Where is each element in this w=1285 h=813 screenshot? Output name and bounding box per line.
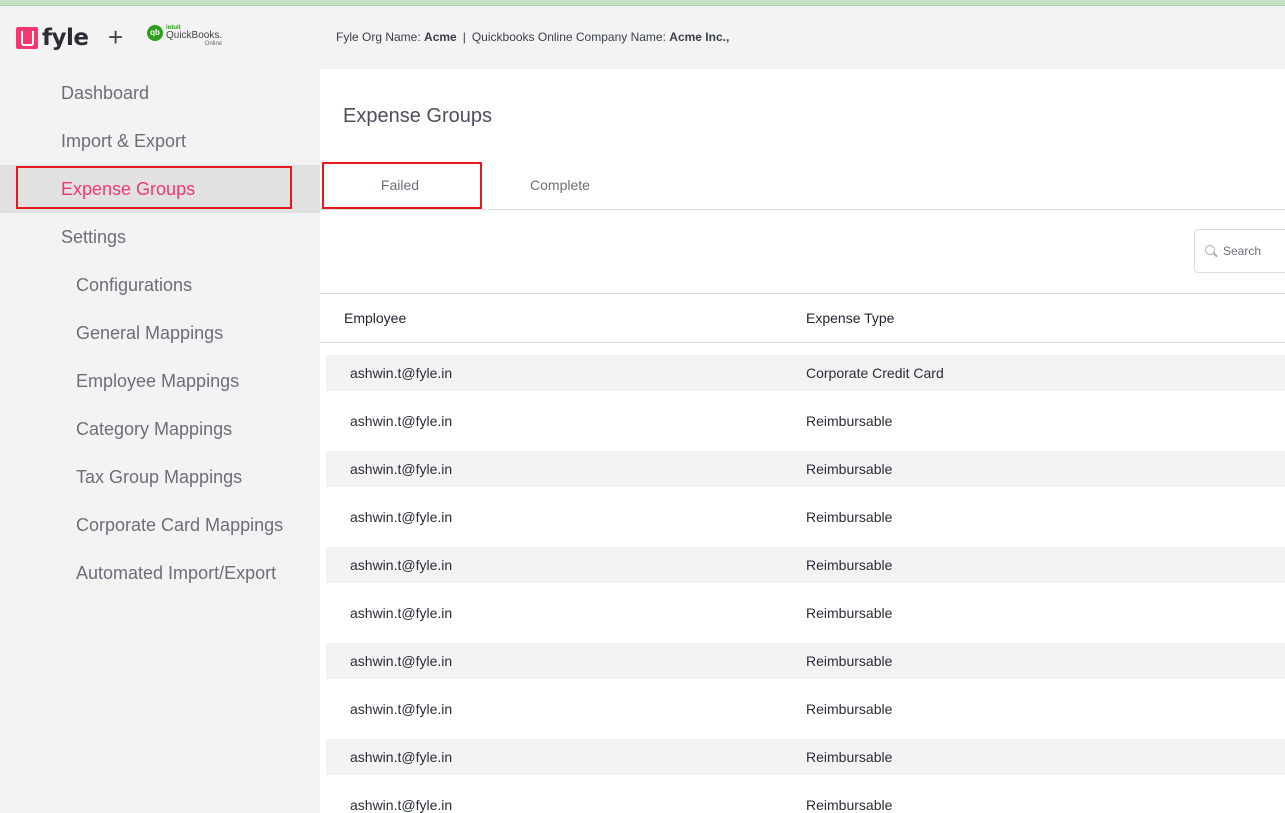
cell-expense-type: Reimbursable — [806, 557, 893, 573]
org-info: Fyle Org Name: Acme | Quickbooks Online Co… — [336, 30, 729, 44]
table-body: ashwin.t@fyle.in Corporate Credit Card a… — [326, 355, 1285, 813]
table-row[interactable]: ashwin.t@fyle.in Reimbursable — [326, 787, 1285, 813]
cell-employee: ashwin.t@fyle.in — [350, 653, 453, 669]
org-value: Acme — [424, 30, 457, 44]
cell-employee: ashwin.t@fyle.in — [350, 413, 453, 429]
quickbooks-logo-icon: qb — [147, 25, 163, 41]
table-row[interactable]: ashwin.t@fyle.in Reimbursable — [326, 499, 1285, 547]
org-label: Fyle Org Name: — [336, 30, 421, 44]
qb-brand-text: QuickBooks. — [166, 30, 223, 41]
page-title: Expense Groups — [343, 105, 492, 127]
sidebar-item-import-export[interactable]: Import & Export — [0, 117, 320, 165]
cell-employee: ashwin.t@fyle.in — [350, 557, 453, 573]
cell-expense-type: Reimbursable — [806, 509, 893, 525]
table-row[interactable]: ashwin.t@fyle.in Reimbursable — [326, 451, 1285, 499]
company-value: Acme Inc., — [669, 30, 730, 44]
sidebar-item-expense-groups[interactable]: Expense Groups — [0, 165, 320, 213]
table-row[interactable]: ashwin.t@fyle.in Reimbursable — [326, 403, 1285, 451]
sidebar-item-tax-group-mappings[interactable]: Tax Group Mappings — [0, 453, 320, 501]
cell-expense-type: Reimbursable — [806, 749, 893, 765]
search-box[interactable] — [1194, 229, 1285, 273]
app-header: fyle + qb intuit QuickBooks. Online Fyle… — [0, 6, 1285, 69]
cell-employee: ashwin.t@fyle.in — [350, 701, 453, 717]
table-row[interactable]: ashwin.t@fyle.in Reimbursable — [326, 547, 1285, 595]
cell-employee: ashwin.t@fyle.in — [350, 365, 453, 381]
cell-expense-type: Corporate Credit Card — [806, 365, 944, 381]
table-row[interactable]: ashwin.t@fyle.in Reimbursable — [326, 595, 1285, 643]
fyle-logo[interactable]: fyle — [16, 25, 89, 51]
tab-bar: Failed Complete — [320, 162, 1285, 210]
cell-employee: ashwin.t@fyle.in — [350, 461, 453, 477]
table-row[interactable]: ashwin.t@fyle.in Reimbursable — [326, 643, 1285, 691]
sidebar: Dashboard Import & Export Expense Groups… — [0, 69, 320, 813]
cell-expense-type: Reimbursable — [806, 605, 893, 621]
cell-expense-type: Reimbursable — [806, 701, 893, 717]
plus-icon: + — [108, 22, 124, 52]
tab-complete[interactable]: Complete — [480, 162, 640, 209]
main-content: Expense Groups Failed Complete Employee … — [320, 69, 1285, 813]
sidebar-item-settings[interactable]: Settings — [0, 213, 320, 261]
sidebar-item-employee-mappings[interactable]: Employee Mappings — [0, 357, 320, 405]
cell-expense-type: Reimbursable — [806, 653, 893, 669]
search-icon — [1205, 244, 1215, 258]
sidebar-item-category-mappings[interactable]: Category Mappings — [0, 405, 320, 453]
table-row[interactable]: ashwin.t@fyle.in Corporate Credit Card — [326, 355, 1285, 403]
cell-employee: ashwin.t@fyle.in — [350, 749, 453, 765]
search-input[interactable] — [1223, 244, 1285, 258]
cell-expense-type: Reimbursable — [806, 797, 893, 813]
quickbooks-logo: qb intuit QuickBooks. Online — [147, 25, 222, 47]
company-label: Quickbooks Online Company Name: — [471, 30, 666, 44]
cell-expense-type: Reimbursable — [806, 413, 893, 429]
column-header-employee[interactable]: Employee — [344, 294, 406, 342]
sidebar-item-corporate-card-mappings[interactable]: Corporate Card Mappings — [0, 501, 320, 549]
fyle-logo-icon — [16, 27, 38, 49]
sidebar-item-configurations[interactable]: Configurations — [0, 261, 320, 309]
sidebar-item-dashboard[interactable]: Dashboard — [0, 69, 320, 117]
fyle-brand-text: fyle — [42, 25, 89, 51]
table-row[interactable]: ashwin.t@fyle.in Reimbursable — [326, 691, 1285, 739]
org-separator: | — [462, 30, 466, 44]
column-header-expense-type[interactable]: Expense Type — [806, 294, 894, 342]
cell-employee: ashwin.t@fyle.in — [350, 509, 453, 525]
table-row[interactable]: ashwin.t@fyle.in Reimbursable — [326, 739, 1285, 787]
table-header: Employee Expense Type — [320, 294, 1285, 343]
sidebar-item-general-mappings[interactable]: General Mappings — [0, 309, 320, 357]
cell-expense-type: Reimbursable — [806, 461, 893, 477]
qb-online-text: Online — [204, 41, 223, 47]
cell-employee: ashwin.t@fyle.in — [350, 605, 453, 621]
sidebar-item-automated-import-export[interactable]: Automated Import/Export — [0, 549, 320, 597]
cell-employee: ashwin.t@fyle.in — [350, 797, 453, 813]
tab-failed[interactable]: Failed — [320, 162, 480, 209]
